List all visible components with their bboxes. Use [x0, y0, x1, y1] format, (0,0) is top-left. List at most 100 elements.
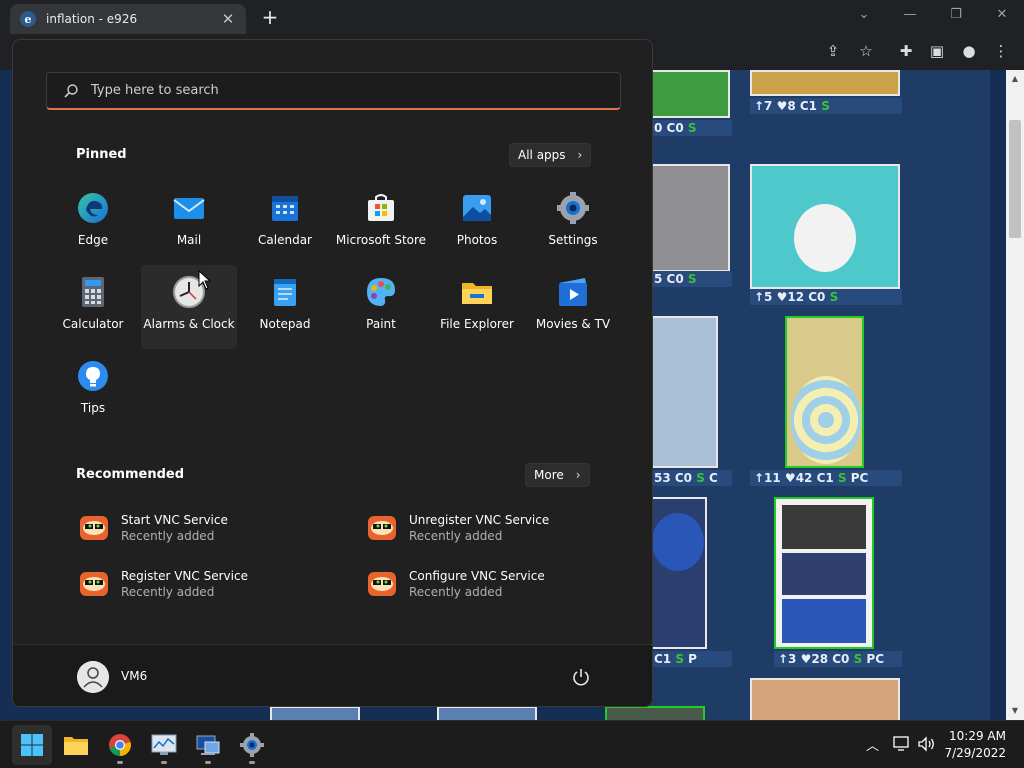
post-thumbnail[interactable]: [605, 706, 705, 720]
comic-panel: [782, 553, 866, 595]
minimize-button[interactable]: —: [890, 4, 930, 28]
thumbnail-figure: [652, 513, 704, 571]
all-apps-button[interactable]: All apps ›: [509, 143, 592, 167]
post-thumbnail[interactable]: [750, 678, 900, 720]
recommended-title: Recommended: [76, 467, 185, 482]
recommended-subtext: Recently added: [409, 529, 503, 543]
new-tab-button[interactable]: +: [258, 6, 282, 30]
mouse-cursor-icon: [198, 270, 212, 290]
pinned-app-photos[interactable]: Photos: [429, 181, 525, 265]
recommended-name: Start VNC Service: [121, 513, 228, 527]
show-hidden-icons-chevron-up-icon[interactable]: ︿: [866, 735, 879, 754]
pinned-app-calendar[interactable]: Calendar: [237, 181, 333, 265]
network-icon[interactable]: [893, 736, 911, 752]
recommended-name: Unregister VNC Service: [409, 513, 550, 527]
scroll-up-icon[interactable]: ▲: [1010, 74, 1020, 83]
post-thumbnail[interactable]: [650, 316, 718, 468]
volume-icon[interactable]: [917, 736, 937, 752]
app-label: Settings: [548, 233, 598, 247]
vnc-icon: [80, 572, 108, 596]
pinned-app-file-explorer[interactable]: File Explorer: [429, 265, 525, 349]
taskbar-remote-desktop[interactable]: [188, 725, 228, 765]
side-panel-icon[interactable]: ▣: [926, 40, 948, 62]
app-label: Photos: [456, 233, 498, 247]
post-thumbnail[interactable]: [750, 164, 900, 289]
taskbar-settings[interactable]: [232, 725, 272, 765]
taskbar-file-explorer[interactable]: [56, 725, 96, 765]
recommended-text: Configure VNC Service Recently added: [409, 569, 545, 599]
taskbar-clock[interactable]: 10:29 AM 7/29/2022: [944, 728, 1006, 762]
browser-tab[interactable]: e inflation - e926 ✕: [10, 4, 246, 34]
taskbar-performance-monitor[interactable]: [144, 725, 184, 765]
post-stats: ↑3 ♥28 C0 S PC: [774, 651, 902, 667]
app-label: Edge: [77, 233, 109, 247]
remote-desktop-icon: [196, 735, 220, 755]
close-window-button[interactable]: ✕: [982, 4, 1022, 28]
post-thumbnail[interactable]: [270, 706, 360, 720]
recommended-subtext: Recently added: [121, 585, 215, 599]
recommended-item[interactable]: Configure VNC Service Recently added: [367, 564, 617, 604]
app-label: Tips: [80, 401, 106, 415]
settings-icon: [240, 733, 264, 757]
close-tab-icon[interactable]: ✕: [220, 10, 236, 28]
pinned-app-paint[interactable]: Paint: [333, 265, 429, 349]
folder-icon: [462, 283, 492, 304]
share-icon[interactable]: ⇪: [822, 40, 844, 62]
pinned-app-settings[interactable]: Settings: [525, 181, 621, 265]
post-thumbnail[interactable]: [650, 497, 707, 649]
post-thumbnail[interactable]: [785, 316, 864, 468]
thumbnail-figure: [794, 204, 856, 272]
browser-menu-icon[interactable]: ⋮: [990, 40, 1012, 62]
e926-favicon-icon: e: [20, 11, 36, 27]
recommended-item[interactable]: Start VNC Service Recently added: [79, 508, 329, 548]
pinned-app-alarms-clock[interactable]: Alarms & Clock: [141, 265, 237, 349]
tab-search-icon[interactable]: ⌄: [844, 4, 884, 28]
vnc-icon: [368, 572, 396, 596]
user-avatar-icon[interactable]: [77, 661, 109, 693]
pinned-title: Pinned: [76, 147, 127, 162]
taskbar-chrome[interactable]: [100, 725, 140, 765]
start-button[interactable]: [12, 725, 52, 765]
pinned-app-edge[interactable]: Edge: [45, 181, 141, 265]
recommended-item[interactable]: Unregister VNC Service Recently added: [367, 508, 617, 548]
pinned-app-mail[interactable]: Mail: [141, 181, 237, 265]
scroll-down-icon[interactable]: ▼: [1010, 706, 1020, 715]
app-label: Microsoft Store: [335, 233, 427, 247]
extensions-icon[interactable]: ✚: [895, 40, 917, 62]
profile-icon[interactable]: ●: [958, 40, 980, 62]
pinned-app-notepad[interactable]: Notepad: [237, 265, 333, 349]
movies-icon: [559, 278, 587, 306]
recommended-item[interactable]: Register VNC Service Recently added: [79, 564, 329, 604]
more-button[interactable]: More ›: [525, 463, 590, 487]
scroll-thumb[interactable]: [1009, 120, 1021, 238]
monitor-chart-icon: [151, 734, 177, 755]
tips-icon: [78, 361, 108, 391]
post-thumbnail[interactable]: [650, 70, 730, 118]
page-scrollbar[interactable]: ▲ ▼: [1006, 70, 1024, 720]
all-apps-label: All apps: [518, 148, 566, 162]
power-icon[interactable]: [571, 667, 591, 687]
running-indicator: [249, 761, 255, 764]
pinned-app-calculator[interactable]: Calculator: [45, 265, 141, 349]
post-stats: ↑5 ♥12 C0 S: [750, 289, 902, 305]
more-label: More: [534, 468, 564, 482]
post-thumbnail[interactable]: [650, 164, 730, 272]
chevron-right-icon: ›: [577, 148, 583, 162]
folder-icon: [64, 737, 88, 755]
bookmark-star-icon[interactable]: ☆: [855, 40, 877, 62]
search-icon: [64, 83, 78, 98]
pinned-app-microsoft-store[interactable]: Microsoft Store: [333, 181, 429, 265]
post-thumbnail[interactable]: [437, 706, 537, 720]
pinned-app-movies-tv[interactable]: Movies & TV: [525, 265, 621, 349]
post-thumbnail[interactable]: [774, 497, 874, 649]
start-search-input[interactable]: Type here to search: [46, 72, 621, 110]
post-thumbnail[interactable]: [750, 70, 900, 96]
edge-icon: [78, 193, 108, 223]
calendar-icon: [272, 196, 298, 221]
restore-button[interactable]: ❐: [936, 4, 976, 28]
user-name[interactable]: VM6: [121, 669, 147, 683]
clock-date: 7/29/2022: [944, 746, 1006, 760]
pinned-app-tips[interactable]: Tips: [45, 349, 141, 433]
recommended-name: Register VNC Service: [121, 569, 248, 583]
running-indicator: [205, 761, 211, 764]
